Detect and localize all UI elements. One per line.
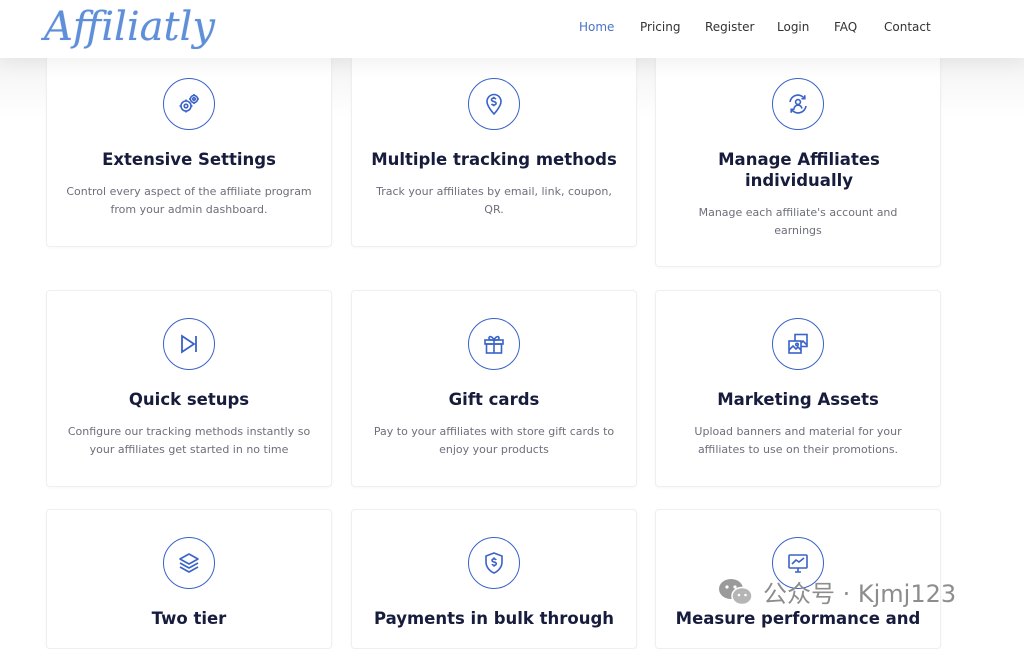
feature-card: Payments in bulk through (351, 509, 637, 649)
images-icon (772, 318, 824, 370)
feature-title: Marketing Assets (717, 390, 879, 409)
location-pin-dollar-icon (468, 78, 520, 130)
nav-pricing[interactable]: Pricing (640, 20, 680, 34)
feature-card: Extensive Settings Control every aspect … (46, 50, 332, 247)
feature-description: Upload banners and material for your aff… (694, 425, 902, 456)
nav-faq[interactable]: FAQ (834, 20, 857, 34)
wechat-icon (719, 578, 753, 605)
feature-title: Quick setups (128, 390, 250, 409)
skip-forward-icon (163, 318, 215, 370)
feature-title: Payments in bulk through (373, 609, 615, 628)
feature-description: Manage each affiliate's account and earn… (698, 206, 898, 237)
feature-title: Two tier (151, 609, 227, 628)
feature-title: Multiple tracking methods (371, 150, 617, 169)
nav-home[interactable]: Home (579, 20, 614, 34)
watermark-text: 公众号 · Kjmj123 (763, 580, 957, 608)
gears-icon (163, 78, 215, 130)
watermark: 公众号 · Kjmj123 (717, 574, 956, 609)
feature-description: Track your affiliates by email, link, co… (376, 185, 612, 216)
feature-card: Manage Affiliates individually Manage ea… (655, 50, 941, 267)
feature-card: Multiple tracking methods Track your aff… (351, 50, 637, 247)
feature-description: Control every aspect of the affiliate pr… (66, 185, 312, 216)
nav-register[interactable]: Register (705, 20, 754, 34)
feature-card: Gift cards Pay to your affiliates with s… (351, 290, 637, 487)
logo[interactable]: Affiliatly (44, 4, 215, 50)
gift-icon (468, 318, 520, 370)
layers-icon (163, 537, 215, 589)
header: Affiliatly Home Pricing Register Login F… (0, 0, 1024, 58)
feature-title: Extensive Settings (102, 150, 276, 169)
nav-contact[interactable]: Contact (884, 20, 931, 34)
user-refresh-icon (772, 78, 824, 130)
feature-description: Pay to your affiliates with store gift c… (373, 425, 615, 456)
nav-login[interactable]: Login (777, 20, 809, 34)
shield-dollar-icon (468, 537, 520, 589)
feature-card: Marketing Assets Upload banners and mate… (655, 290, 941, 487)
feature-description: Configure our tracking methods instantly… (67, 425, 311, 456)
feature-card: Two tier (46, 509, 332, 649)
feature-card: Quick setups Configure our tracking meth… (46, 290, 332, 487)
feature-title: Measure performance and (675, 609, 921, 628)
feature-title: Gift cards (448, 390, 540, 409)
feature-title: Manage Affiliates individually (718, 150, 880, 190)
